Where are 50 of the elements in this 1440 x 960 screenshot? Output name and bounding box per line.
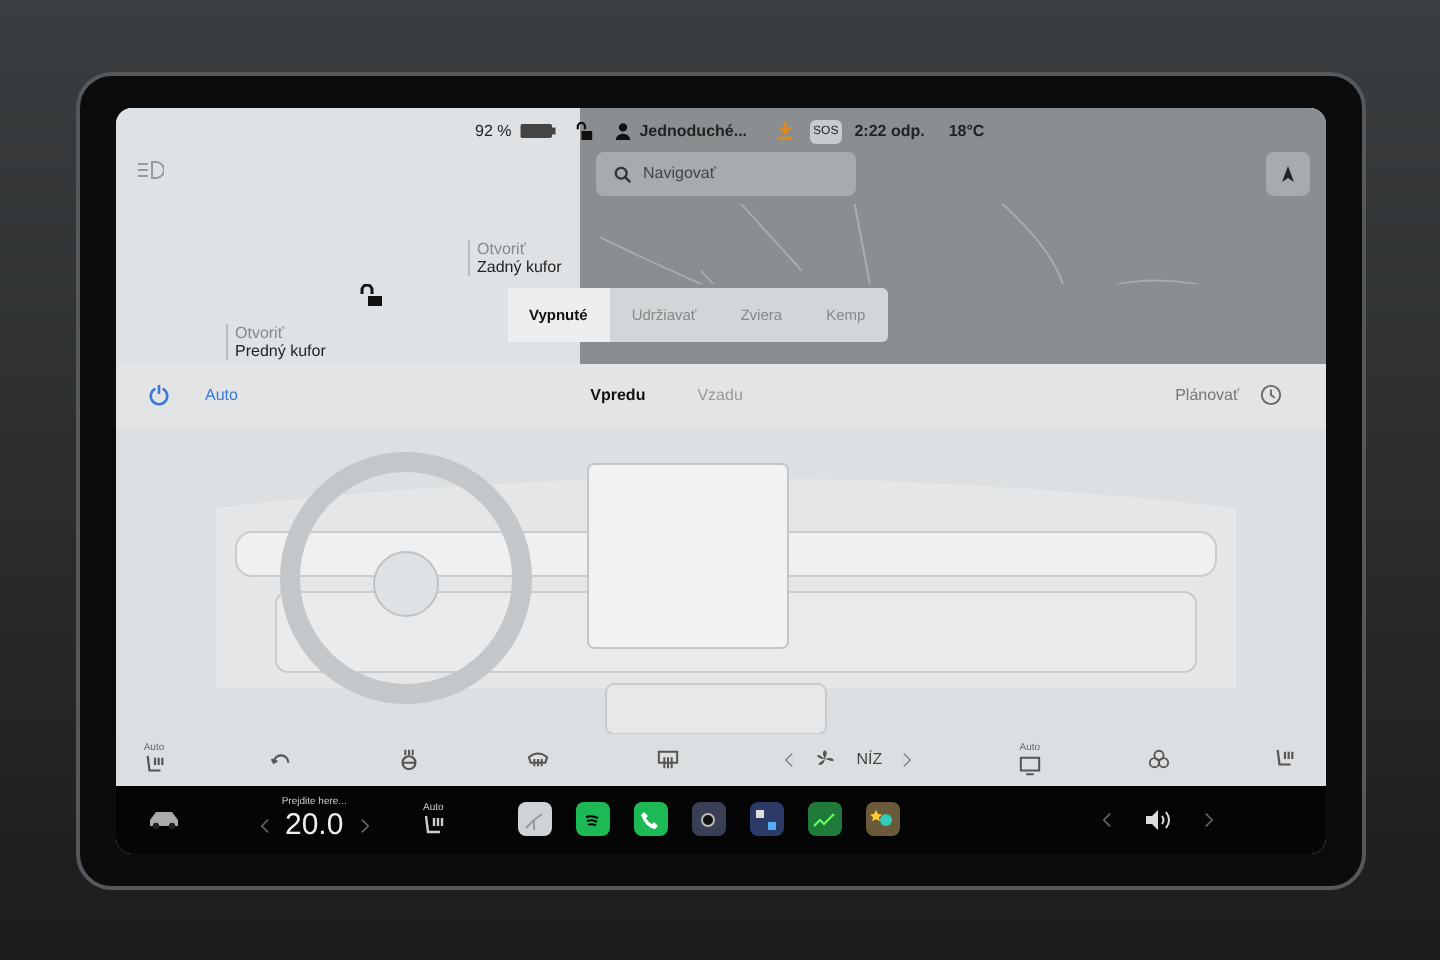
zone-tab[interactable]: Vzadu [685,384,755,406]
volume-icon[interactable] [1143,807,1171,831]
temperature-down-icon[interactable] [259,817,269,833]
battery-percent: 92 % [475,122,512,140]
side-window-icon[interactable] [1017,754,1042,776]
app-icon[interactable] [807,802,842,836]
volume-up-icon[interactable] [1203,811,1213,827]
lock-icon[interactable] [575,122,594,140]
app-icon[interactable] [865,802,900,836]
app-icon[interactable] [633,802,668,836]
fan-decrease-icon[interactable] [784,751,795,767]
app-icon[interactable] [517,802,552,836]
search-icon [613,165,631,183]
front-defrost-icon[interactable] [525,748,550,770]
north-arrow-icon [1277,163,1297,183]
car-icon[interactable] [147,809,179,829]
frunk-label[interactable]: Predný kufor [235,341,326,359]
seat-heater-icon[interactable] [421,813,446,837]
clock-icon[interactable] [1259,384,1281,406]
rear-defrost-icon[interactable] [655,748,679,770]
compass-button[interactable] [1265,151,1309,195]
clock-time: 2:22 odp. [854,122,925,140]
power-icon[interactable] [147,384,169,406]
search-field[interactable]: Navigovať [595,151,855,195]
frunk-action[interactable]: Otvoriť [235,323,326,341]
headlight-icon [135,159,163,179]
volume-down-icon[interactable] [1101,811,1111,827]
temperature-up-icon[interactable] [359,817,370,833]
cabin-temperature[interactable]: 20.0 [285,808,344,842]
fan-increase-icon[interactable] [902,751,913,767]
seat-heater-icon[interactable] [143,754,165,776]
seat-heater-icon[interactable] [1274,748,1297,770]
app-icon[interactable] [691,802,726,836]
battery-icon [519,124,556,138]
driver-profile[interactable]: Jednoduché... [639,122,748,140]
app-icon[interactable] [575,802,610,836]
zone-tab[interactable]: Vpredu [578,384,658,406]
lock-icon[interactable] [359,283,383,307]
auto-toggle[interactable]: Auto [205,386,238,404]
person-icon [613,122,632,140]
schedule-link[interactable]: Plánovať [1175,386,1239,404]
outside-temperature: 18°C [948,122,985,140]
trunk-label[interactable]: Zadný kufor [477,257,562,275]
trunk-action[interactable]: Otvoriť [477,239,562,257]
recirculation-icon[interactable] [270,748,293,770]
biohazard-icon[interactable] [1147,748,1170,770]
fan-speed: NÍZ [856,750,883,768]
steering-wheel-heater-icon[interactable] [398,748,420,770]
fan-icon [814,748,837,770]
app-icon[interactable] [749,802,784,836]
